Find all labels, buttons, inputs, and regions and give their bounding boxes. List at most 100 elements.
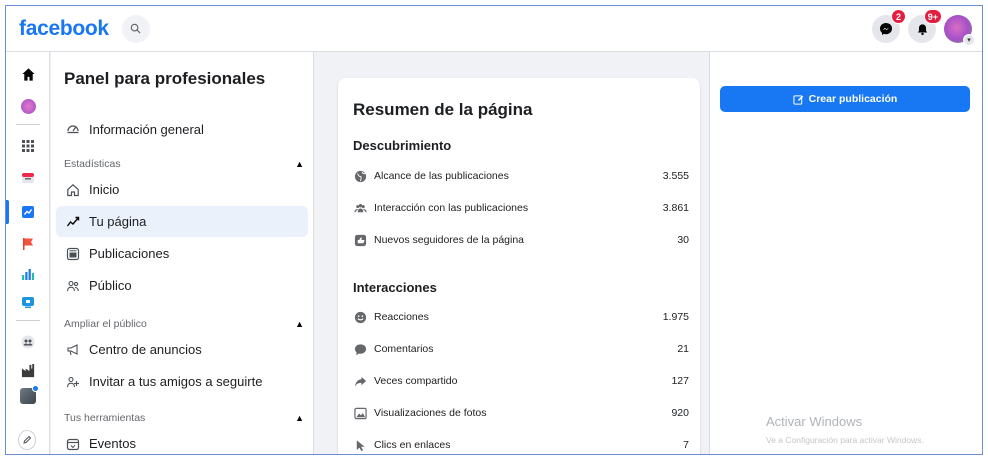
posts-icon bbox=[64, 245, 82, 263]
stat-label: Clics en enlaces bbox=[374, 439, 451, 451]
notifications-button[interactable]: 9+ bbox=[908, 9, 942, 43]
rail-dashboard[interactable] bbox=[20, 204, 36, 220]
stat-value: 21 bbox=[677, 343, 689, 355]
stat-value: 1.975 bbox=[662, 311, 689, 323]
insights-icon bbox=[22, 269, 35, 280]
smiley-icon bbox=[353, 310, 367, 324]
nav-item-overview[interactable]: Información general bbox=[56, 114, 308, 145]
nav-item-events[interactable]: Eventos bbox=[56, 428, 308, 454]
create-post-button[interactable]: Crear publicación bbox=[720, 86, 970, 112]
megaphone-icon bbox=[64, 341, 82, 359]
messenger-icon bbox=[880, 23, 892, 35]
cursor-icon bbox=[353, 438, 367, 452]
stat-value: 3.861 bbox=[662, 202, 689, 214]
stat-row: Clics en enlaces 7 bbox=[353, 435, 689, 454]
create-post-label: Crear publicación bbox=[808, 93, 898, 105]
nav-section-statistics[interactable]: Estadísticas ▲ bbox=[64, 158, 304, 170]
messenger-badge: 2 bbox=[891, 9, 906, 24]
profile-avatar bbox=[20, 98, 36, 114]
chevron-down-icon: ▾ bbox=[963, 34, 975, 46]
professional-dashboard-nav: Panel para profesionales Información gen… bbox=[51, 52, 314, 454]
inbox-icon bbox=[22, 173, 34, 183]
nav-item-posts[interactable]: Publicaciones bbox=[56, 238, 308, 269]
like-page-icon bbox=[353, 233, 367, 247]
stat-value: 920 bbox=[671, 407, 689, 419]
nav-item-label: Inicio bbox=[89, 182, 120, 197]
messenger-button[interactable]: 2 bbox=[872, 9, 906, 43]
stat-label: Comentarios bbox=[374, 343, 434, 355]
audience-icon bbox=[64, 277, 82, 295]
chevron-up-icon: ▲ bbox=[295, 413, 304, 423]
stat-value: 30 bbox=[677, 234, 689, 246]
nav-item-your-page[interactable]: Tu página bbox=[56, 206, 308, 237]
nav-item-home[interactable]: Inicio bbox=[56, 174, 308, 205]
facebook-logo[interactable]: facebook bbox=[19, 17, 109, 41]
stat-row: Veces compartido 127 bbox=[353, 371, 689, 391]
summary-title: Resumen de la página bbox=[353, 100, 533, 119]
nav-item-label: Información general bbox=[89, 122, 204, 137]
stat-row: Visualizaciones de fotos 920 bbox=[353, 403, 689, 423]
photo-icon bbox=[353, 406, 367, 420]
notification-dot bbox=[32, 385, 39, 392]
rail-ads[interactable] bbox=[20, 294, 36, 310]
browser-frame: facebook 2 9+ ▾ Panel para profesionales… bbox=[5, 5, 983, 455]
nav-item-label: Público bbox=[89, 278, 132, 293]
nav-item-ad-center[interactable]: Centro de anuncios bbox=[56, 334, 308, 365]
nav-section-tools[interactable]: Tus herramientas ▲ bbox=[64, 412, 304, 424]
rail-settings[interactable] bbox=[20, 385, 39, 404]
nav-item-label: Tu página bbox=[89, 214, 147, 229]
section-label: Tus herramientas bbox=[64, 412, 146, 424]
stat-label: Interacción con las publicaciones bbox=[374, 202, 529, 214]
dashboard-icon bbox=[22, 206, 34, 218]
windows-activation-subtitle: Ve a Configuración para activar Windows. bbox=[766, 435, 924, 445]
rail-apps[interactable] bbox=[20, 138, 36, 154]
stat-row: Interacción con las publicaciones 3.861 bbox=[353, 198, 689, 218]
share-icon bbox=[353, 374, 367, 388]
stat-label: Alcance de las publicaciones bbox=[374, 170, 509, 182]
invite-friends-icon bbox=[64, 373, 82, 391]
rail-profile[interactable] bbox=[20, 98, 36, 114]
edit-icon bbox=[18, 430, 36, 450]
overview-icon bbox=[64, 121, 82, 139]
home-outline-icon bbox=[64, 181, 82, 199]
nav-item-label: Invitar a tus amigos a seguirte bbox=[89, 374, 263, 389]
rail-pages[interactable] bbox=[20, 236, 36, 252]
stat-label: Visualizaciones de fotos bbox=[374, 407, 487, 419]
account-avatar[interactable]: ▾ bbox=[944, 15, 975, 46]
groups-icon bbox=[21, 335, 35, 349]
flag-icon bbox=[23, 238, 33, 250]
stat-row: Comentarios 21 bbox=[353, 339, 689, 359]
left-rail bbox=[6, 52, 50, 454]
rail-edit[interactable] bbox=[18, 430, 36, 450]
nav-item-label: Eventos bbox=[89, 436, 136, 451]
stat-label: Nuevos seguidores de la página bbox=[374, 234, 525, 246]
windows-activation-title: Activar Windows bbox=[766, 414, 863, 429]
page-summary-card: Resumen de la página Descubrimiento Alca… bbox=[338, 78, 700, 454]
top-bar: facebook 2 9+ ▾ bbox=[6, 6, 982, 52]
rail-home[interactable] bbox=[20, 66, 36, 82]
rail-insights[interactable] bbox=[20, 266, 36, 282]
notifications-badge: 9+ bbox=[923, 9, 942, 24]
nav-item-label: Publicaciones bbox=[89, 246, 170, 261]
nav-item-label: Centro de anuncios bbox=[89, 342, 202, 357]
people-icon bbox=[353, 201, 367, 215]
factory-icon bbox=[21, 363, 34, 377]
nav-section-grow-audience[interactable]: Ampliar el público ▲ bbox=[64, 318, 304, 330]
rail-business[interactable] bbox=[20, 362, 36, 378]
globe-icon bbox=[353, 169, 367, 183]
stat-label: Reacciones bbox=[374, 311, 429, 323]
nav-item-audience[interactable]: Público bbox=[56, 270, 308, 301]
main-content: Resumen de la página Descubrimiento Alca… bbox=[314, 52, 982, 454]
stat-value: 3.555 bbox=[662, 170, 689, 182]
rail-active-indicator bbox=[6, 200, 9, 224]
rail-divider bbox=[16, 320, 40, 321]
rail-inbox[interactable] bbox=[20, 170, 36, 186]
right-column: Crear publicación Activar Windows Ve a C… bbox=[709, 52, 982, 454]
nav-title: Panel para profesionales bbox=[64, 69, 266, 88]
stat-value: 127 bbox=[671, 375, 689, 387]
search-button[interactable] bbox=[121, 14, 150, 43]
nav-item-invite-friends[interactable]: Invitar a tus amigos a seguirte bbox=[56, 366, 308, 397]
ads-icon bbox=[22, 297, 34, 308]
rail-groups[interactable] bbox=[20, 334, 36, 350]
top-actions: 2 9+ ▾ bbox=[872, 9, 975, 46]
